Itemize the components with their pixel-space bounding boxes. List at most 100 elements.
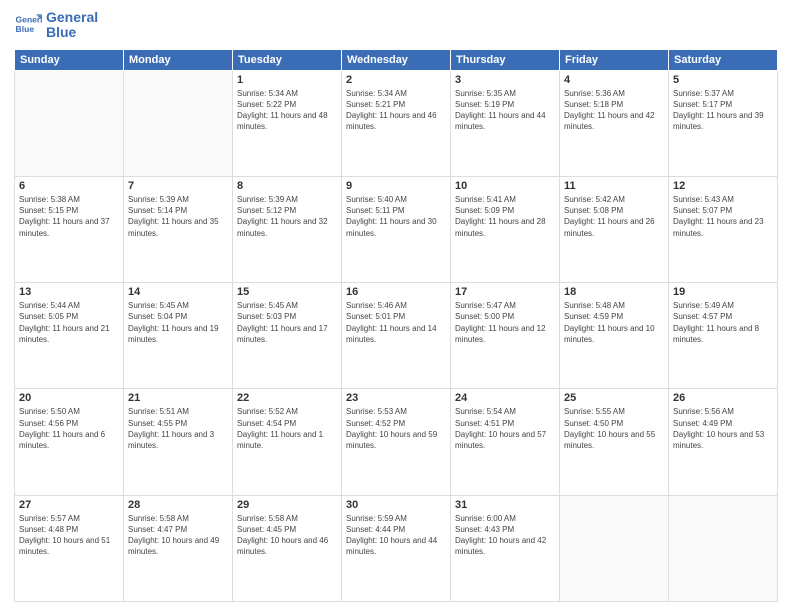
logo-text: General Blue (46, 10, 98, 41)
day-info: Sunrise: 5:41 AM Sunset: 5:09 PM Dayligh… (455, 194, 555, 239)
day-number: 26 (673, 392, 773, 404)
day-number: 30 (346, 499, 446, 511)
day-info: Sunrise: 5:39 AM Sunset: 5:14 PM Dayligh… (128, 194, 228, 239)
calendar-cell: 2Sunrise: 5:34 AM Sunset: 5:21 PM Daylig… (342, 70, 451, 176)
day-info: Sunrise: 5:57 AM Sunset: 4:48 PM Dayligh… (19, 513, 119, 558)
weekday-header-monday: Monday (124, 49, 233, 70)
day-info: Sunrise: 5:36 AM Sunset: 5:18 PM Dayligh… (564, 88, 664, 133)
weekday-header-sunday: Sunday (15, 49, 124, 70)
day-info: Sunrise: 5:56 AM Sunset: 4:49 PM Dayligh… (673, 406, 773, 451)
calendar-cell: 7Sunrise: 5:39 AM Sunset: 5:14 PM Daylig… (124, 177, 233, 283)
calendar-cell: 12Sunrise: 5:43 AM Sunset: 5:07 PM Dayli… (669, 177, 778, 283)
week-row-2: 6Sunrise: 5:38 AM Sunset: 5:15 PM Daylig… (15, 177, 778, 283)
day-info: Sunrise: 5:34 AM Sunset: 5:22 PM Dayligh… (237, 88, 337, 133)
calendar-cell: 22 Sunrise: 5:52 AM Sunset: 4:54 PM Dayli… (233, 389, 342, 495)
calendar-cell (15, 70, 124, 176)
day-info: Sunrise: 5:58 AM Sunset: 4:47 PM Dayligh… (128, 513, 228, 558)
day-number: 9 (346, 180, 446, 192)
calendar-cell: 19Sunrise: 5:49 AM Sunset: 4:57 PM Dayli… (669, 283, 778, 389)
weekday-header-row: SundayMondayTuesdayWednesdayThursdayFrid… (15, 49, 778, 70)
day-number: 13 (19, 286, 119, 298)
day-number: 5 (673, 74, 773, 86)
calendar-cell: 5 Sunrise: 5:37 AM Sunset: 5:17 PM Daylig… (669, 70, 778, 176)
day-number: 27 (19, 499, 119, 511)
day-number: 16 (346, 286, 446, 298)
page: General Blue General Blue SundayMondayTu… (0, 0, 792, 612)
calendar-cell: 13 Sunrise: 5:44 AM Sunset: 5:05 PM Dayli… (15, 283, 124, 389)
day-number: 18 (564, 286, 664, 298)
day-number: 12 (673, 180, 773, 192)
day-number: 24 (455, 392, 555, 404)
day-info: Sunrise: 5:35 AM Sunset: 5:19 PM Dayligh… (455, 88, 555, 133)
day-info: Sunrise: 5:47 AM Sunset: 5:00 PM Dayligh… (455, 300, 555, 345)
calendar-cell: 3 Sunrise: 5:35 AM Sunset: 5:19 PM Daylig… (451, 70, 560, 176)
calendar-cell: 26 Sunrise: 5:56 AM Sunset: 4:49 PM Dayli… (669, 389, 778, 495)
calendar-cell: 23 Sunrise: 5:53 AM Sunset: 4:52 PM Dayli… (342, 389, 451, 495)
day-number: 3 (455, 74, 555, 86)
calendar-cell: 18 Sunrise: 5:48 AM Sunset: 4:59 PM Dayli… (560, 283, 669, 389)
calendar-cell (124, 70, 233, 176)
day-info: Sunrise: 5:50 AM Sunset: 4:56 PM Dayligh… (19, 406, 119, 451)
day-number: 17 (455, 286, 555, 298)
day-info: Sunrise: 5:58 AM Sunset: 4:45 PM Dayligh… (237, 513, 337, 558)
weekday-header-wednesday: Wednesday (342, 49, 451, 70)
day-info: Sunrise: 5:51 AM Sunset: 4:55 PM Dayligh… (128, 406, 228, 451)
day-number: 22 (237, 392, 337, 404)
day-number: 31 (455, 499, 555, 511)
day-info: Sunrise: 5:39 AM Sunset: 5:12 PM Dayligh… (237, 194, 337, 239)
calendar-cell: 10 Sunrise: 5:41 AM Sunset: 5:09 PM Dayli… (451, 177, 560, 283)
day-number: 21 (128, 392, 228, 404)
calendar-cell: 21 Sunrise: 5:51 AM Sunset: 4:55 PM Dayli… (124, 389, 233, 495)
calendar-cell: 25 Sunrise: 5:55 AM Sunset: 4:50 PM Dayli… (560, 389, 669, 495)
week-row-5: 27 Sunrise: 5:57 AM Sunset: 4:48 PM Dayli… (15, 495, 778, 601)
day-info: Sunrise: 6:00 AM Sunset: 4:43 PM Dayligh… (455, 513, 555, 558)
day-info: Sunrise: 5:59 AM Sunset: 4:44 PM Dayligh… (346, 513, 446, 558)
day-number: 1 (237, 74, 337, 86)
calendar-cell: 17 Sunrise: 5:47 AM Sunset: 5:00 PM Dayli… (451, 283, 560, 389)
calendar-table: SundayMondayTuesdayWednesdayThursdayFrid… (14, 49, 778, 602)
week-row-3: 13 Sunrise: 5:44 AM Sunset: 5:05 PM Dayli… (15, 283, 778, 389)
calendar-cell: 31 Sunrise: 6:00 AM Sunset: 4:43 PM Dayli… (451, 495, 560, 601)
calendar-cell: 6Sunrise: 5:38 AM Sunset: 5:15 PM Daylig… (15, 177, 124, 283)
week-row-1: 1 Sunrise: 5:34 AM Sunset: 5:22 PM Daylig… (15, 70, 778, 176)
header: General Blue General Blue (14, 10, 778, 41)
day-number: 15 (237, 286, 337, 298)
calendar-cell (560, 495, 669, 601)
day-info: Sunrise: 5:55 AM Sunset: 4:50 PM Dayligh… (564, 406, 664, 451)
day-number: 4 (564, 74, 664, 86)
calendar-cell: 30 Sunrise: 5:59 AM Sunset: 4:44 PM Dayli… (342, 495, 451, 601)
calendar-cell: 15 Sunrise: 5:45 AM Sunset: 5:03 PM Dayli… (233, 283, 342, 389)
weekday-header-friday: Friday (560, 49, 669, 70)
day-info: Sunrise: 5:49 AM Sunset: 4:57 PM Dayligh… (673, 300, 773, 345)
calendar-cell: 27 Sunrise: 5:57 AM Sunset: 4:48 PM Dayli… (15, 495, 124, 601)
day-number: 14 (128, 286, 228, 298)
calendar-cell: 20 Sunrise: 5:50 AM Sunset: 4:56 PM Dayli… (15, 389, 124, 495)
calendar-cell: 28Sunrise: 5:58 AM Sunset: 4:47 PM Dayli… (124, 495, 233, 601)
day-info: Sunrise: 5:40 AM Sunset: 5:11 PM Dayligh… (346, 194, 446, 239)
calendar-cell: 24 Sunrise: 5:54 AM Sunset: 4:51 PM Dayli… (451, 389, 560, 495)
day-number: 23 (346, 392, 446, 404)
logo: General Blue General Blue (14, 10, 98, 41)
day-info: Sunrise: 5:53 AM Sunset: 4:52 PM Dayligh… (346, 406, 446, 451)
logo-icon: General Blue (14, 11, 42, 39)
svg-text:Blue: Blue (16, 24, 35, 34)
day-info: Sunrise: 5:48 AM Sunset: 4:59 PM Dayligh… (564, 300, 664, 345)
day-info: Sunrise: 5:46 AM Sunset: 5:01 PM Dayligh… (346, 300, 446, 345)
day-number: 10 (455, 180, 555, 192)
day-number: 25 (564, 392, 664, 404)
day-info: Sunrise: 5:44 AM Sunset: 5:05 PM Dayligh… (19, 300, 119, 345)
day-number: 6 (19, 180, 119, 192)
calendar-cell: 4 Sunrise: 5:36 AM Sunset: 5:18 PM Daylig… (560, 70, 669, 176)
day-info: Sunrise: 5:52 AM Sunset: 4:54 PM Dayligh… (237, 406, 337, 451)
day-number: 2 (346, 74, 446, 86)
day-info: Sunrise: 5:45 AM Sunset: 5:03 PM Dayligh… (237, 300, 337, 345)
calendar-cell: 16 Sunrise: 5:46 AM Sunset: 5:01 PM Dayli… (342, 283, 451, 389)
day-info: Sunrise: 5:54 AM Sunset: 4:51 PM Dayligh… (455, 406, 555, 451)
calendar-cell: 1 Sunrise: 5:34 AM Sunset: 5:22 PM Daylig… (233, 70, 342, 176)
day-number: 20 (19, 392, 119, 404)
day-info: Sunrise: 5:37 AM Sunset: 5:17 PM Dayligh… (673, 88, 773, 133)
weekday-header-tuesday: Tuesday (233, 49, 342, 70)
calendar-cell (669, 495, 778, 601)
day-info: Sunrise: 5:42 AM Sunset: 5:08 PM Dayligh… (564, 194, 664, 239)
calendar-cell: 29Sunrise: 5:58 AM Sunset: 4:45 PM Dayli… (233, 495, 342, 601)
